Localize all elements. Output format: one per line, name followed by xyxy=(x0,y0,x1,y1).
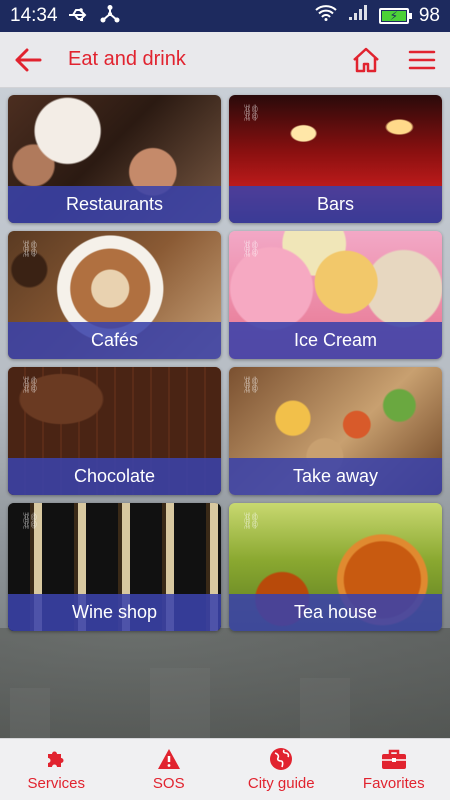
tile-label: Chocolate xyxy=(8,458,221,495)
category-grid: Restaurants ⛓ Bars ⛓ Cafés ⛓ Ice Cream ⛓… xyxy=(8,95,442,631)
tile-bars[interactable]: ⛓ Bars xyxy=(229,95,442,223)
page-title: Eat and drink xyxy=(68,48,186,70)
tile-chocolate[interactable]: ⛓ Chocolate xyxy=(8,367,221,495)
back-button[interactable] xyxy=(0,32,56,88)
home-icon xyxy=(353,47,379,73)
signal-icon xyxy=(347,4,369,28)
arrow-left-icon xyxy=(15,48,42,71)
hamburger-menu-icon xyxy=(408,50,436,70)
tile-label: Restaurants xyxy=(8,186,221,223)
link-icon: ⛓ xyxy=(241,241,262,258)
link-icon: ⛓ xyxy=(241,513,262,530)
puzzle-icon xyxy=(44,747,68,771)
nav-sos[interactable]: SOS xyxy=(119,747,219,792)
globe-icon xyxy=(269,747,293,771)
briefcase-icon xyxy=(381,747,407,771)
tile-cafes[interactable]: ⛓ Cafés xyxy=(8,231,221,359)
tile-ice-cream[interactable]: ⛓ Ice Cream xyxy=(229,231,442,359)
tile-take-away[interactable]: ⛓ Take away xyxy=(229,367,442,495)
status-bar: 14:34 ⚡ 98 xyxy=(0,0,450,32)
tile-label: Ice Cream xyxy=(229,322,442,359)
link-icon: ⛓ xyxy=(20,513,41,530)
top-app-bar: Eat and drink xyxy=(0,32,450,88)
menu-button[interactable] xyxy=(402,40,442,80)
wifi-icon xyxy=(315,5,337,27)
share-icon xyxy=(100,4,120,28)
tile-label: Bars xyxy=(229,186,442,223)
link-icon: ⛓ xyxy=(20,241,41,258)
link-icon: ⛓ xyxy=(20,377,41,394)
warning-icon xyxy=(157,747,181,771)
battery-charging-icon: ⚡ xyxy=(378,8,412,24)
battery-level: 98 xyxy=(418,5,440,26)
tile-label: Wine shop xyxy=(8,594,221,631)
nav-favorites[interactable]: Favorites xyxy=(344,747,444,792)
tile-tea-house[interactable]: ⛓ Tea house xyxy=(229,503,442,631)
tile-wine-shop[interactable]: ⛓ Wine shop xyxy=(8,503,221,631)
tile-label: Tea house xyxy=(229,594,442,631)
nav-label: SOS xyxy=(152,775,185,792)
nav-services[interactable]: Services xyxy=(6,747,106,792)
tile-restaurants[interactable]: Restaurants xyxy=(8,95,221,223)
link-icon: ⛓ xyxy=(241,105,262,122)
link-icon: ⛓ xyxy=(241,377,262,394)
tile-label: Take away xyxy=(229,458,442,495)
bottom-navigation: Services SOS City guide Favorites xyxy=(0,738,450,800)
home-button[interactable] xyxy=(346,40,386,80)
nav-label: City guide xyxy=(247,775,315,792)
usb-icon xyxy=(68,6,90,27)
nav-label: Favorites xyxy=(362,775,425,792)
nav-city-guide[interactable]: City guide xyxy=(231,747,331,792)
nav-label: Services xyxy=(27,775,86,792)
tile-label: Cafés xyxy=(8,322,221,359)
status-time: 14:34 xyxy=(10,5,58,26)
